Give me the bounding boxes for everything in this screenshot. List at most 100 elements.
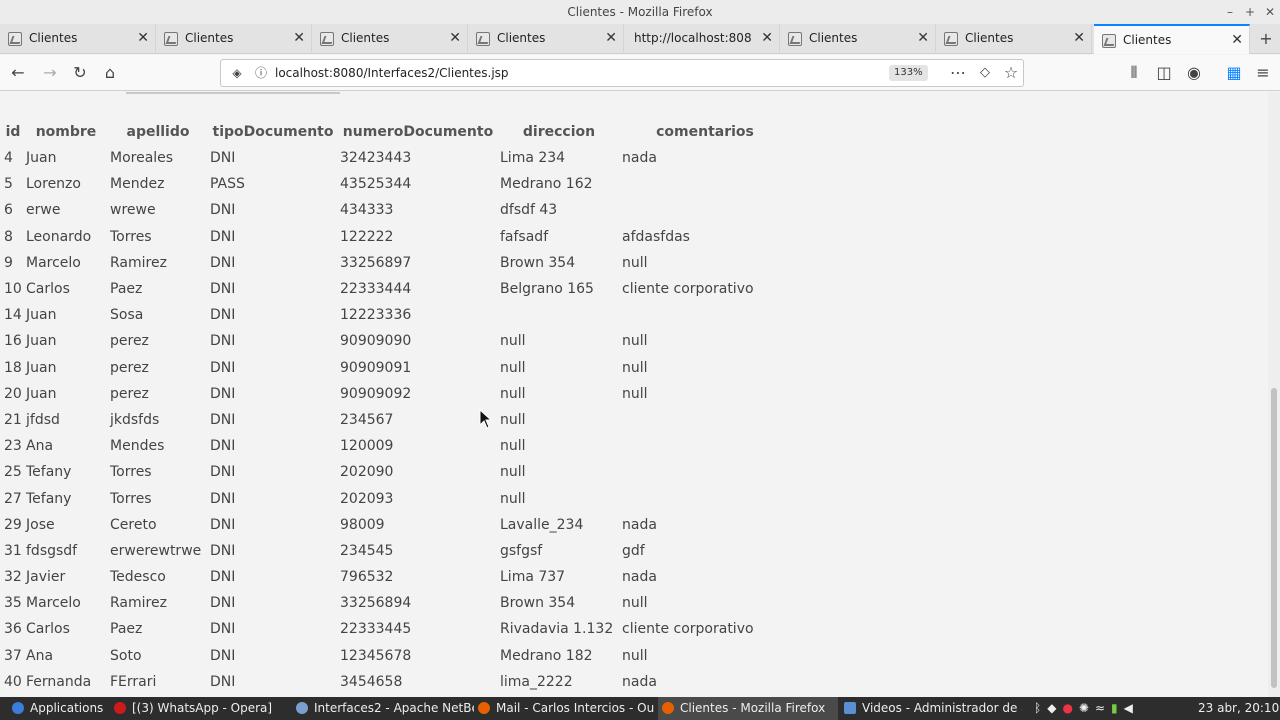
close-tab-icon[interactable]: ✕ (293, 24, 305, 52)
new-tab-icon[interactable]: + (1254, 27, 1278, 51)
forward-icon[interactable]: → (38, 61, 62, 85)
cell-tipodocumento: DNI (210, 333, 236, 350)
tab-clientes-6[interactable]: Clientes ✕ (936, 24, 1092, 54)
sidebar-icon[interactable]: ◫ (1152, 61, 1176, 85)
back-icon[interactable]: ← (6, 61, 30, 85)
tab-bar: Clientes ✕ Clientes ✕ Clientes ✕ Clientes ✕ … (0, 24, 1280, 54)
extension-icon[interactable]: ▦ (1222, 61, 1246, 85)
tab-localhost[interactable]: http://localhost:8080/I✕ (624, 24, 780, 54)
close-tab-icon[interactable]: ✕ (605, 24, 617, 52)
cell-direccion: null (500, 385, 526, 402)
cell-comentarios: null (622, 333, 648, 350)
cell-comentarios (620, 171, 790, 197)
tab-clientes-5[interactable]: Clientes ✕ (780, 24, 936, 54)
cell-tipodocumento: DNI (210, 595, 236, 612)
cell-apellido: Ramirez (110, 254, 167, 271)
cell-direccion: null (500, 490, 526, 507)
menu-icon[interactable]: ≡ (1251, 61, 1275, 85)
bluetooth-icon[interactable]: ᛒ (1034, 701, 1047, 715)
clock[interactable]: 23 abr, 20:10 (1198, 697, 1280, 720)
close-tab-icon[interactable]: ✕ (449, 24, 461, 52)
dropbox-icon[interactable]: ◆ (1047, 701, 1062, 715)
close-tab-icon[interactable]: ✕ (1073, 24, 1085, 52)
account-icon[interactable]: ◉ (1182, 61, 1206, 85)
home-icon[interactable]: ⌂ (98, 61, 122, 85)
reload-icon[interactable]: ↻ (68, 61, 92, 85)
cell-comentarios: afdasfdas (622, 228, 690, 245)
tab-clientes-2[interactable]: Clientes ✕ (156, 24, 312, 54)
close-tab-icon[interactable]: ✕ (917, 24, 929, 52)
page-icon (8, 32, 22, 46)
cell-direccion: null (500, 464, 526, 481)
cell-direccion: Brown 354 (500, 254, 576, 271)
system-tray[interactable]: ᛒ◆●✺≈▮◀ (1034, 697, 1194, 720)
url-bar[interactable]: ◈ ⓘ localhost:8080/Interfaces2/Clientes.… (220, 59, 1024, 87)
table-row: 21 jfdsd jkdsfds DNI 234567 null (2, 407, 790, 433)
cell-numerodocumento: 3454658 (340, 673, 403, 690)
minimize-icon[interactable]: – (1220, 0, 1240, 24)
taskbar-opera[interactable]: [(3) WhatsApp - Opera] (114, 697, 286, 720)
taskbar-netbeans[interactable]: Interfaces2 - Apache NetBe... (296, 697, 474, 720)
column-header-tipodocumento: tipoDocumento (212, 124, 334, 140)
cell-apellido: erwerewtrwe (110, 542, 202, 559)
close-tab-icon[interactable]: ✕ (1231, 26, 1243, 54)
cell-comentarios: gdf (622, 542, 645, 559)
cell-apellido: Paez (110, 281, 143, 298)
bookmark-star-icon[interactable]: ☆ (999, 61, 1023, 85)
maximize-icon[interactable]: + (1240, 0, 1260, 24)
cell-nombre: fdsgsdf (26, 542, 78, 559)
cell-comentarios: null (622, 647, 648, 664)
taskbar-videos[interactable]: Videos - Administrador de a... (844, 697, 1022, 720)
scrollbar[interactable] (1268, 92, 1280, 697)
cell-direccion: Medrano 162 (500, 176, 593, 193)
url-text[interactable]: localhost:8080/Interfaces2/Clientes.jsp (275, 60, 509, 86)
netbeans-icon (296, 702, 308, 714)
battery-icon[interactable]: ▮ (1111, 701, 1124, 715)
cell-id: 23 (4, 438, 22, 455)
close-window-icon[interactable]: ✕ (1260, 0, 1280, 24)
applications-icon (12, 702, 24, 714)
cell-id: 6 (4, 202, 13, 219)
close-tab-icon[interactable]: ✕ (137, 24, 149, 52)
more-icon[interactable]: ⋯ (946, 61, 970, 85)
cell-tipodocumento: DNI (210, 281, 236, 298)
scrollbar-thumb[interactable] (1271, 388, 1277, 688)
cell-numerodocumento: 90909091 (340, 359, 412, 376)
cell-tipodocumento: DNI (210, 647, 236, 664)
cell-comentarios (620, 485, 790, 511)
cell-apellido: wrewe (110, 202, 156, 219)
record-icon[interactable]: ● (1062, 701, 1078, 715)
cell-apellido: Torres (110, 228, 152, 245)
table-row: 29 Jose Cereto DNI 98009 Lavalle_234 nada (2, 512, 790, 538)
cell-comentarios: nada (622, 516, 657, 533)
cell-tipodocumento: DNI (210, 254, 236, 271)
volume-icon[interactable]: ◀ (1124, 701, 1139, 715)
taskbar-firefox-clientes[interactable]: Clientes - Mozilla Firefox (658, 697, 838, 720)
library-icon[interactable]: ⫴ (1122, 61, 1146, 85)
cell-direccion: lima_2222 (500, 673, 573, 690)
close-tab-icon[interactable]: ✕ (761, 24, 773, 52)
taskbar-mail[interactable]: Mail - Carlos Intercios - Ou... (478, 697, 654, 720)
zoom-level[interactable]: 133% (889, 65, 928, 81)
page-content: id nombre apellido tipoDocumento numeroDocum… (0, 92, 1268, 697)
cell-comentarios: cliente corporativo (622, 621, 754, 638)
column-header-nombre: nombre (35, 124, 97, 140)
wifi-icon[interactable]: ≈ (1095, 701, 1111, 715)
info-icon[interactable]: ⓘ (249, 61, 273, 85)
cell-direccion: null (500, 411, 526, 428)
tab-clientes-4[interactable]: Clientes ✕ (468, 24, 624, 54)
cell-numerodocumento: 434333 (340, 202, 394, 219)
applications-menu[interactable]: Applications (12, 697, 108, 720)
shield-icon[interactable]: ◈ (225, 61, 249, 85)
cell-apellido: jkdsfds (110, 411, 160, 428)
tab-clientes-active[interactable]: Clientes ✕ (1094, 24, 1250, 54)
cell-tipodocumento: DNI (210, 438, 236, 455)
settings-icon[interactable]: ✺ (1079, 701, 1095, 715)
cell-tipodocumento: DNI (210, 411, 236, 428)
cell-comentarios: nada (622, 150, 657, 167)
pocket-icon[interactable]: ◇ (973, 61, 997, 85)
table-row: 8 Leonardo Torres DNI 122222 fafsadf afdasfdas (2, 224, 790, 250)
tab-clientes-1[interactable]: Clientes ✕ (0, 24, 156, 54)
cell-comentarios: nada (622, 673, 657, 690)
tab-clientes-3[interactable]: Clientes ✕ (312, 24, 468, 54)
